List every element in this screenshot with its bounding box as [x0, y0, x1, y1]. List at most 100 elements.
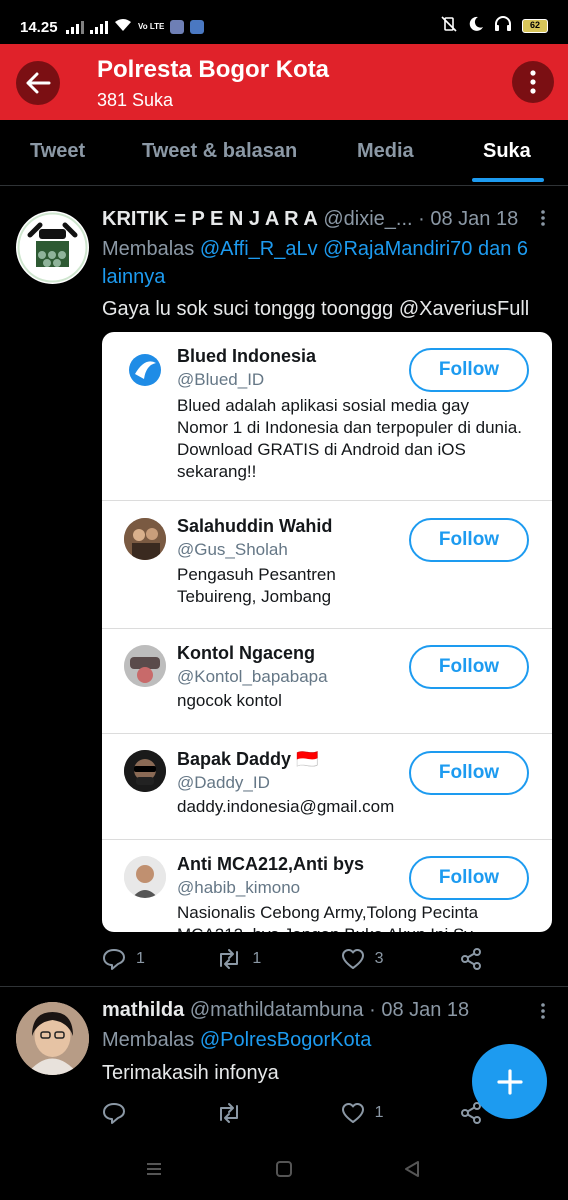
- suggested-user-bio: Nasionalis Cebong Army,Tolong Pecinta MC…: [177, 903, 479, 932]
- share-icon: [461, 1102, 481, 1124]
- reply-button[interactable]: 1: [102, 948, 216, 970]
- tweet-more-button[interactable]: [540, 1002, 546, 1025]
- tweet-more-button[interactable]: [540, 209, 546, 232]
- signal-icon: [66, 20, 84, 34]
- suggested-user-name[interactable]: Anti MCA212,Anti bys: [177, 854, 364, 875]
- follow-button[interactable]: Follow: [409, 856, 529, 900]
- lte-icon: Vo LTE: [138, 22, 165, 31]
- suggested-user-handle: @Kontol_bapabapa: [177, 667, 328, 686]
- arrow-left-icon: [26, 72, 51, 94]
- tweet-author-handle[interactable]: @mathildatambuna: [190, 999, 364, 1021]
- blued-logo-icon[interactable]: [124, 349, 166, 391]
- suggested-user-bio: daddy.indonesia@gmail.com: [177, 797, 395, 816]
- share-icon: [461, 948, 481, 970]
- suggested-user-handle: @Gus_Sholah: [177, 540, 288, 559]
- plus-icon: [496, 1068, 523, 1095]
- tweet-text: Gaya lu sok suci tonggg toonggg @Xaveriu…: [102, 298, 530, 320]
- suggested-user-row: Blued Indonesia @Blued_ID Blued adalah a…: [102, 332, 552, 501]
- more-vertical-icon: [541, 1003, 545, 1019]
- tweet-actions: 1 1 3: [102, 945, 482, 973]
- reply-context: Membalas @Affi_R_aLv @RajaMandiri70 dan …: [102, 235, 552, 291]
- suggested-user-bio: Blued adalah aplikasi sosial media gay N…: [177, 396, 522, 481]
- avatar[interactable]: [16, 211, 89, 284]
- likes-count: 381 Suka: [97, 90, 174, 110]
- follow-button[interactable]: Follow: [409, 751, 529, 795]
- more-vertical-icon: [530, 70, 536, 94]
- mathilda-avatar-image: [16, 1002, 89, 1075]
- tweet-actions: 1: [102, 1099, 482, 1127]
- suggested-user-bio: Pengasuh Pesantren Tebuireng, Jombang: [177, 565, 336, 606]
- suggested-user-bio: ngocok kontol: [177, 691, 282, 710]
- suggested-user-handle: @habib_kimono: [177, 878, 301, 897]
- tweet-author-name[interactable]: KRITIK = P E N J A R A: [102, 208, 318, 230]
- suggested-user-row: Bapak Daddy 🇮🇩 @Daddy_ID daddy.indonesia…: [102, 734, 552, 840]
- system-navigation-bar: [0, 1140, 568, 1200]
- suggested-user-name[interactable]: Salahuddin Wahid: [177, 516, 332, 537]
- suggested-user-name[interactable]: Kontol Ngaceng: [177, 643, 315, 664]
- reply-context: Membalas @PolresBogorKota: [102, 1026, 552, 1054]
- profile-header: Polresta Bogor Kota 381 Suka: [0, 44, 568, 120]
- more-vertical-icon: [541, 210, 545, 226]
- retweet-icon: [220, 949, 239, 969]
- kritik-avatar-image: [17, 212, 88, 283]
- suggested-user-handle: @Daddy_ID: [177, 773, 270, 792]
- status-bar: 14.25 Vo LTE 62: [0, 0, 568, 44]
- follow-button[interactable]: Follow: [409, 348, 529, 392]
- tab-tweet[interactable]: Tweet: [30, 140, 85, 163]
- retweet-button[interactable]: 1: [216, 948, 340, 970]
- like-count: 3: [374, 950, 384, 967]
- battery-icon: 62: [522, 19, 548, 33]
- like-count: 1: [374, 1104, 384, 1121]
- tab-tweet-balasan[interactable]: Tweet & balasan: [142, 140, 297, 163]
- follow-button[interactable]: Follow: [409, 518, 529, 562]
- suggested-user-name[interactable]: Bapak Daddy 🇮🇩: [177, 749, 318, 770]
- reply-prefix: Membalas: [102, 1029, 200, 1051]
- follow-button[interactable]: Follow: [409, 645, 529, 689]
- retweet-button[interactable]: [216, 1102, 340, 1124]
- back-button[interactable]: [16, 61, 60, 105]
- like-button[interactable]: 3: [341, 948, 460, 970]
- menu-lines-icon: [147, 1163, 161, 1175]
- tweet-item[interactable]: KRITIK = P E N J A R A @dixie_... · 08 J…: [0, 195, 568, 987]
- suggested-user-name[interactable]: Blued Indonesia: [177, 346, 316, 367]
- suggested-user-row: Salahuddin Wahid @Gus_Sholah Pengasuh Pe…: [102, 501, 552, 629]
- system-back-button[interactable]: [403, 1160, 421, 1183]
- share-button[interactable]: [460, 948, 482, 970]
- heart-icon: [341, 949, 364, 969]
- suggested-user-row: Anti MCA212,Anti bys @habib_kimono Nasio…: [102, 840, 552, 932]
- avatar[interactable]: [124, 856, 166, 898]
- avatar[interactable]: [16, 1002, 89, 1075]
- reply-button[interactable]: [102, 1102, 216, 1124]
- tweet-header: KRITIK = P E N J A R A @dixie_... · 08 J…: [102, 208, 518, 231]
- recent-apps-button[interactable]: [145, 1160, 163, 1183]
- active-tab-indicator: [472, 178, 544, 182]
- page-title: Polresta Bogor Kota: [97, 56, 330, 83]
- wifi-icon: [114, 18, 132, 36]
- more-options-button[interactable]: [512, 61, 554, 103]
- compose-tweet-button[interactable]: [472, 1044, 547, 1119]
- avatar[interactable]: [124, 645, 166, 687]
- signal-icon: [90, 20, 108, 34]
- home-button[interactable]: [275, 1160, 293, 1183]
- reply-icon: [103, 949, 125, 970]
- reply-mentions-link[interactable]: @PolresBogorKota: [200, 1029, 372, 1051]
- tweet-text: Terimakasih infonya: [102, 1062, 279, 1084]
- status-time: 14.25: [20, 19, 58, 36]
- tweet-date: · 08 Jan 18: [369, 999, 470, 1021]
- suggested-user-handle: @Blued_ID: [177, 370, 265, 389]
- tab-suka[interactable]: Suka: [483, 140, 531, 163]
- tweet-header: mathilda @mathildatambuna · 08 Jan 18: [102, 999, 469, 1022]
- avatar[interactable]: [124, 750, 166, 792]
- tweet-date: · 08 Jan 18: [418, 208, 519, 230]
- headset-icon: [494, 16, 512, 36]
- tweet-author-handle[interactable]: @dixie_...: [323, 208, 412, 230]
- retweet-icon: [220, 1103, 239, 1123]
- home-square-icon: [276, 1161, 292, 1177]
- tweet-author-name[interactable]: mathilda: [102, 999, 184, 1021]
- share-button[interactable]: [460, 1102, 482, 1124]
- profile-tabs: Tweet Tweet & balasan Media Suka: [0, 120, 568, 186]
- like-button[interactable]: 1: [341, 1102, 460, 1124]
- moon-icon: [468, 16, 484, 36]
- avatar[interactable]: [124, 518, 166, 560]
- tab-media[interactable]: Media: [357, 140, 414, 163]
